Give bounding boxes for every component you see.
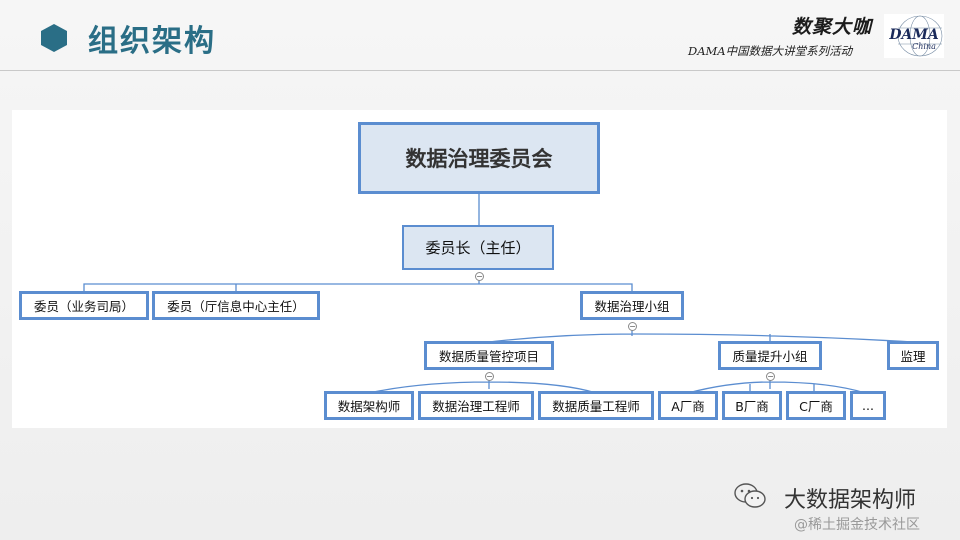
org-node-quality-engineer: 数据质量工程师 bbox=[538, 391, 654, 420]
collapse-toggle-lift-team[interactable]: − bbox=[766, 372, 775, 381]
watermark-community: @稀土掘金技术社区 bbox=[794, 517, 920, 533]
org-node-governance-group: 数据治理小组 bbox=[580, 291, 684, 320]
org-node-chair: 委员长（主任） bbox=[402, 225, 554, 270]
org-node-quality-project: 数据质量管控项目 bbox=[424, 341, 554, 370]
org-node-committee: 数据治理委员会 bbox=[358, 122, 600, 194]
org-node-supervision: 监理 bbox=[887, 341, 939, 370]
org-node-member-business: 委员（业务司局） bbox=[19, 291, 149, 320]
org-node-vendor-c: C厂商 bbox=[786, 391, 846, 420]
org-chart-connectors bbox=[83, 194, 914, 394]
watermark-account: 大数据架构师 bbox=[784, 488, 917, 513]
connector-group-subunits bbox=[488, 328, 914, 343]
collapse-toggle-group[interactable]: − bbox=[628, 322, 637, 331]
org-node-quality-lift-team: 质量提升小组 bbox=[718, 341, 822, 370]
collapse-toggle-chair[interactable]: − bbox=[475, 272, 484, 281]
org-node-vendor-a: A厂商 bbox=[658, 391, 718, 420]
collapse-toggle-project[interactable]: − bbox=[485, 372, 494, 381]
org-node-governance-engineer: 数据治理工程师 bbox=[418, 391, 534, 420]
wechat-icon bbox=[734, 483, 766, 508]
org-node-vendor-b: B厂商 bbox=[722, 391, 782, 420]
org-node-member-it-center: 委员（厅信息中心主任） bbox=[152, 291, 320, 320]
connector-chair-children bbox=[83, 276, 633, 292]
org-node-vendor-more: ... bbox=[850, 391, 886, 420]
org-node-data-architect: 数据架构师 bbox=[324, 391, 414, 420]
